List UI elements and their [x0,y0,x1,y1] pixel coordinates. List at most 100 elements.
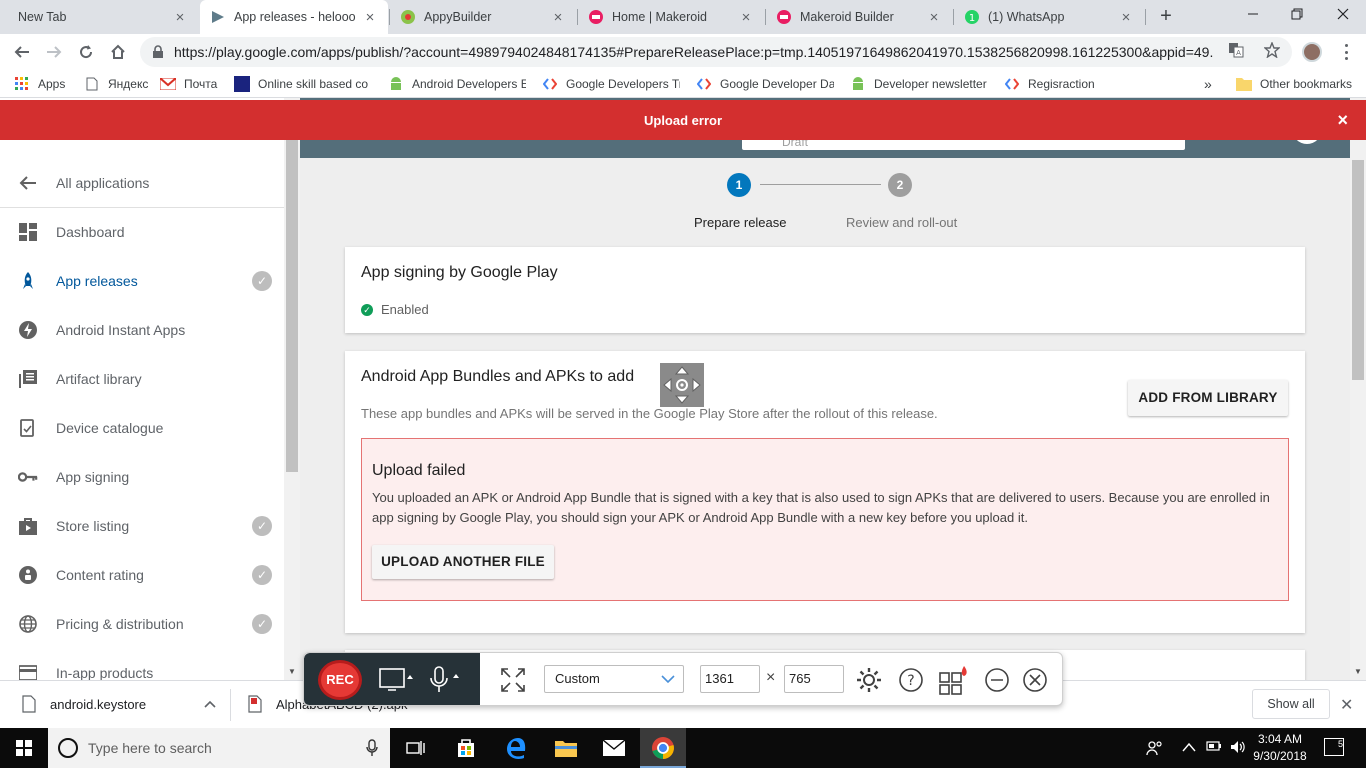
profile-avatar[interactable] [1302,42,1322,62]
bookmark-regisraction[interactable]: Regisraction [1004,75,1114,93]
windows-start-icon[interactable] [16,740,32,759]
sidebar-item-content-rating[interactable]: Content rating ✓ [0,550,284,599]
bookmark-google-developers-tr[interactable]: Google Developers Tr [542,75,680,93]
close-window-button[interactable] [1320,0,1366,30]
notification-center-icon[interactable]: 5 [1324,738,1344,756]
bookmark-developer-newsletter[interactable]: Developer newsletter [850,75,990,93]
tab-new-tab[interactable]: New Tab × [8,0,198,34]
scrollbar-thumb[interactable] [286,140,298,472]
minimize-recorder-icon[interactable] [982,665,1012,695]
taskbar-search-input[interactable]: Type here to search [48,728,390,768]
bookmark-label: Яндекс [108,77,149,91]
sidebar-item-app-signing[interactable]: App signing [0,452,284,501]
add-from-library-button[interactable]: ADD FROM LIBRARY [1128,380,1288,416]
sidebar-item-in-app-products[interactable]: In-app products [0,648,284,680]
notification-count: 5 [1337,739,1343,749]
translate-icon[interactable]: A [1226,40,1246,60]
bookmark-other[interactable]: Other bookmarks [1236,75,1362,93]
help-icon[interactable]: ? [896,665,926,695]
upload-another-file-button[interactable]: UPLOAD ANOTHER FILE [372,545,554,579]
close-icon[interactable]: × [550,9,566,26]
mail-icon[interactable] [602,736,626,760]
fullscreen-icon[interactable] [498,665,528,695]
forward-button[interactable] [42,40,66,64]
close-icon[interactable]: × [1337,110,1348,131]
show-all-button[interactable]: Show all [1252,689,1330,719]
bookmark-google-developer-da[interactable]: Google Developer Da [696,75,834,93]
sidebar-item-all-applications[interactable]: All applications [0,158,284,207]
sidebar-item-app-releases[interactable]: App releases ✓ [0,256,284,305]
close-icon[interactable]: × [1118,9,1134,26]
restore-button[interactable] [1274,0,1320,30]
bookmark-android-developers[interactable]: Android Developers E [388,75,526,93]
sidebar-item-label: In-app products [56,664,154,681]
screen-recorder-toolbar: REC Custom 1361 × 765 ? [303,652,1063,706]
file-icon [22,695,36,713]
download-item[interactable]: android.keystore [22,695,216,713]
microphone-icon[interactable] [424,665,464,695]
battery-icon[interactable] [1206,740,1222,755]
height-input[interactable]: 765 [784,665,844,693]
android-icon [850,76,866,92]
tab-appybuilder[interactable]: AppyBuilder × [390,0,576,34]
sidebar-scrollbar[interactable]: ▼ [284,98,300,680]
tab-makeroid-builder[interactable]: Makeroid Builder × [766,0,952,34]
sidebar-item-artifact-library[interactable]: Artifact library [0,354,284,403]
sidebar-item-label: Pricing & distribution [56,615,184,632]
sidebar-item-device-catalogue[interactable]: Device catalogue [0,403,284,452]
address-bar[interactable]: https://play.google.com/apps/publish/?ac… [140,37,1292,67]
microsoft-store-icon[interactable] [454,736,478,760]
scroll-down-icon[interactable]: ▼ [1354,667,1362,676]
tab-app-releases[interactable]: App releases - helooo - × [200,0,388,34]
tab-makeroid-home[interactable]: Home | Makeroid × [578,0,764,34]
screen-region-icon[interactable] [376,665,416,695]
tab-separator [953,9,954,25]
sidebar-item-dashboard[interactable]: Dashboard [0,207,284,256]
page-scrollbar[interactable]: ▼ [1350,98,1366,680]
content-rating-icon [18,565,38,585]
microphone-icon[interactable] [366,739,378,760]
minimize-button[interactable] [1230,0,1276,30]
record-button[interactable]: REC [318,660,362,700]
scroll-down-icon[interactable]: ▼ [288,667,296,676]
close-icon[interactable]: × [362,9,378,26]
check-icon: ✓ [252,270,272,291]
close-icon[interactable]: × [172,9,188,26]
bookmark-pochta[interactable]: Почта [160,75,226,93]
sidebar-item-android-instant-apps[interactable]: Android Instant Apps [0,305,284,354]
close-recorder-icon[interactable] [1020,665,1050,695]
width-input[interactable]: 1361 [700,665,760,693]
scrollbar-thumb[interactable] [1352,160,1364,380]
bookmark-online-skill[interactable]: Online skill based co [234,75,372,93]
chevron-up-icon[interactable] [1182,740,1196,755]
settings-gear-icon[interactable] [854,665,884,695]
people-icon[interactable] [1146,740,1164,759]
close-icon[interactable]: × [926,9,942,26]
tab-whatsapp[interactable]: 1 (1) WhatsApp × [954,0,1144,34]
chevron-up-icon[interactable] [204,700,216,708]
close-icon[interactable]: × [738,9,754,26]
tab-label: App releases - helooo - [234,10,358,24]
reload-button[interactable] [74,40,98,64]
new-tab-button[interactable]: + [1154,5,1178,29]
edge-browser-icon[interactable] [504,736,528,760]
bookmark-label: Android Developers E [412,77,526,91]
bookmarks-overflow-icon[interactable]: » [1204,75,1218,93]
volume-icon[interactable] [1230,740,1246,757]
apps-hot-icon[interactable] [938,665,968,695]
browser-menu-icon[interactable] [1338,42,1354,62]
task-view-icon[interactable] [404,736,428,760]
system-clock[interactable]: 3:04 AM 9/30/2018 [1250,731,1310,765]
bookmark-apps[interactable]: Apps [14,75,74,93]
sidebar-item-pricing-distribution[interactable]: Pricing & distribution ✓ [0,599,284,648]
bookmark-yandex[interactable]: Яндекс [84,75,150,93]
svg-text:1: 1 [969,13,975,24]
close-icon[interactable]: ✕ [1340,695,1353,715]
sidebar-item-store-listing[interactable]: Store listing ✓ [0,501,284,550]
home-button[interactable] [106,40,130,64]
chrome-taskbar-button[interactable] [640,728,686,768]
file-explorer-icon[interactable] [554,736,578,760]
recording-preset-select[interactable]: Custom [544,665,684,693]
back-button[interactable] [10,40,34,64]
star-icon[interactable] [1262,40,1282,60]
